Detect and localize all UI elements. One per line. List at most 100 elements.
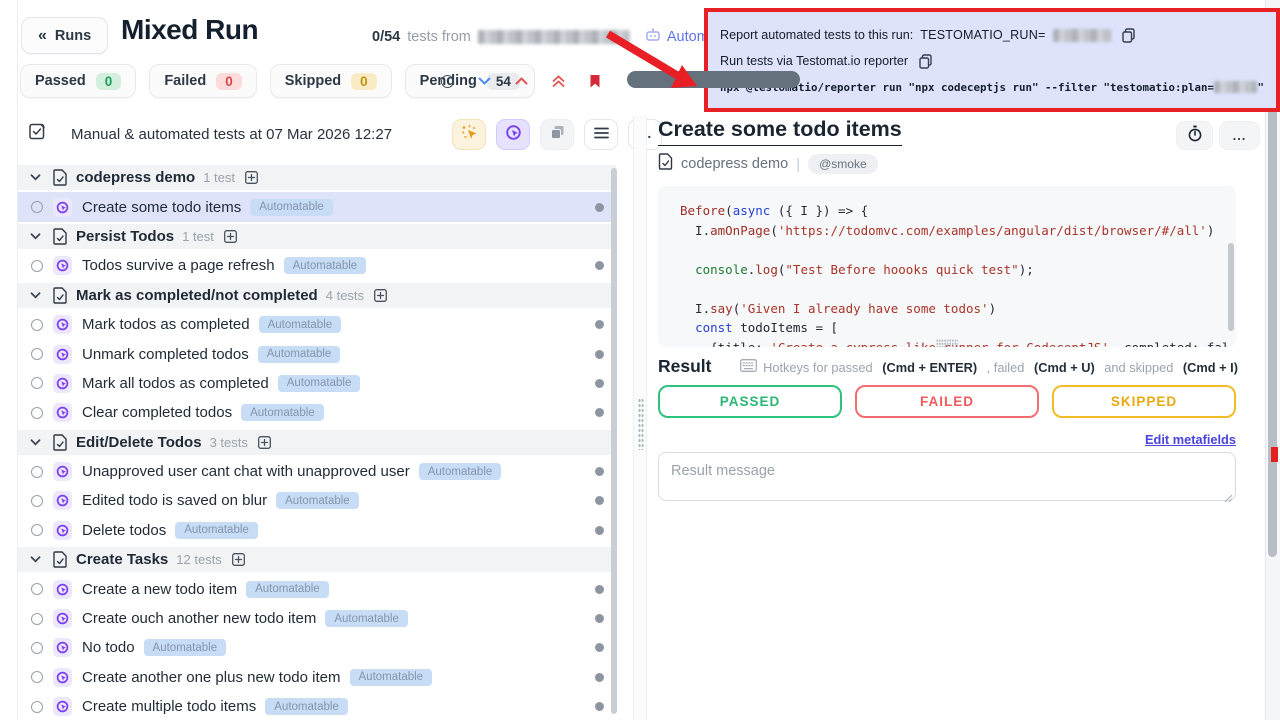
tag-badge[interactable]: @smoke — [808, 154, 878, 174]
chevron-down-icon[interactable] — [478, 77, 491, 85]
timer-button[interactable] — [1176, 121, 1213, 150]
test-row[interactable]: Todos survive a page refreshAutomatable — [18, 251, 616, 280]
radio-icon[interactable] — [31, 671, 43, 683]
code-line — [680, 279, 1236, 299]
copy-icon[interactable] — [919, 54, 932, 69]
automatable-badge: Automatable — [144, 639, 227, 656]
suite-row[interactable]: codepress demo1 test — [18, 163, 616, 192]
chevron-down-icon[interactable] — [30, 292, 42, 299]
automated-filter-button[interactable] — [496, 119, 530, 150]
status-dot-icon — [595, 408, 604, 417]
filter-circle-icon[interactable] — [441, 75, 454, 88]
result-skipped-button[interactable]: SKIPPED — [1052, 385, 1236, 418]
suite-row[interactable]: Create Tasks12 tests — [18, 545, 616, 574]
scrollbar-thumb[interactable] — [1268, 57, 1277, 557]
radio-icon[interactable] — [31, 407, 43, 419]
test-row[interactable]: Delete todosAutomatable — [18, 516, 616, 545]
radio-icon[interactable] — [31, 495, 43, 507]
add-test-icon[interactable] — [258, 436, 271, 449]
filter-chip-failed[interactable]: Failed0 — [149, 64, 256, 98]
result-message-input[interactable] — [658, 452, 1236, 501]
suite-row[interactable]: Edit/Delete Todos3 tests — [18, 428, 616, 457]
test-row[interactable]: Unmark completed todosAutomatable — [18, 339, 616, 368]
code-scrollbar[interactable] — [1228, 243, 1234, 331]
detail-more-button[interactable]: ... — [1219, 121, 1260, 150]
test-row[interactable]: Create some todo itemsAutomatable — [18, 192, 616, 221]
result-passed-button[interactable]: PASSED — [658, 385, 842, 418]
filter-count-badge: 0 — [96, 73, 122, 90]
textarea-resize-grip[interactable] — [1224, 490, 1233, 508]
automated-test-icon — [53, 403, 72, 422]
code-resize-grip[interactable] — [936, 339, 958, 347]
test-row[interactable]: Clear completed todosAutomatable — [18, 398, 616, 427]
status-dot-icon — [595, 585, 604, 594]
radio-icon[interactable] — [31, 524, 43, 536]
automated-test-icon — [53, 491, 72, 510]
automated-test-icon — [53, 580, 72, 599]
list-toolbar: ... — [452, 119, 662, 150]
suite-name[interactable]: codepress demo — [681, 156, 788, 172]
test-row[interactable]: Unapproved user cant chat with unapprove… — [18, 457, 616, 486]
radio-icon[interactable] — [31, 260, 43, 272]
test-code-block[interactable]: Before(async ({ I }) => { I.amOnPage('ht… — [658, 186, 1236, 347]
test-row[interactable]: Create multiple todo itemsAutomatable — [18, 692, 616, 720]
add-test-icon[interactable] — [224, 230, 237, 243]
test-row[interactable]: Mark all todos as completedAutomatable — [18, 369, 616, 398]
result-failed-button[interactable]: FAILED — [855, 385, 1039, 418]
test-detail-title[interactable]: Create some todo items — [658, 117, 902, 146]
automated-test-icon — [53, 315, 72, 334]
duplicate-button[interactable] — [540, 119, 574, 150]
automatable-badge: Automatable — [265, 698, 348, 715]
radio-icon[interactable] — [31, 583, 43, 595]
test-row[interactable]: Edited todo is saved on blurAutomatable — [18, 486, 616, 515]
test-row[interactable]: Create ouch another new todo itemAutomat… — [18, 604, 616, 633]
radio-icon[interactable] — [31, 319, 43, 331]
copy-icon[interactable] — [1122, 28, 1135, 43]
suite-name: Edit/Delete Todos — [76, 434, 202, 451]
radio-icon[interactable] — [31, 642, 43, 654]
radio-icon[interactable] — [31, 466, 43, 478]
radio-icon[interactable] — [31, 377, 43, 389]
radio-icon[interactable] — [31, 613, 43, 625]
status-dot-icon — [595, 467, 604, 476]
automatable-badge: Automatable — [278, 375, 361, 392]
test-name: Create some todo items — [82, 199, 241, 216]
test-row[interactable]: Create a new todo itemAutomatable — [18, 574, 616, 603]
panel-splitter[interactable] — [633, 116, 647, 720]
result-buttons-row: PASSED FAILED SKIPPED — [658, 385, 1236, 418]
redacted-plan-id — [1214, 81, 1257, 93]
hotkey-segment: (Cmd + I) — [1183, 360, 1238, 375]
add-test-icon[interactable] — [232, 553, 245, 566]
suite-row[interactable]: Mark as completed/not completed4 tests — [18, 281, 616, 310]
edit-metafields-link[interactable]: Edit metafields — [1145, 432, 1236, 447]
automatable-badge: Automatable — [258, 346, 341, 363]
chevron-down-icon[interactable] — [30, 233, 42, 240]
filter-chip-skipped[interactable]: Skipped0 — [270, 64, 392, 98]
test-row[interactable]: Create another one plus new todo itemAut… — [18, 663, 616, 692]
radio-icon[interactable] — [31, 701, 43, 713]
suite-file-icon — [53, 169, 67, 186]
test-breadcrumb: codepress demo | @smoke — [658, 153, 878, 175]
chevron-down-icon[interactable] — [30, 174, 42, 181]
filter-chip-passed[interactable]: Passed0 — [20, 64, 136, 98]
double-chevron-up-icon[interactable] — [552, 75, 565, 88]
chevron-down-icon[interactable] — [30, 556, 42, 563]
list-scrollbar[interactable] — [611, 168, 617, 714]
sparkle-cursor-icon — [461, 124, 478, 146]
radio-icon[interactable] — [31, 348, 43, 360]
suite-row[interactable]: Persist Todos1 test — [18, 222, 616, 251]
automatable-badge: Automatable — [259, 316, 342, 333]
magic-cursor-button[interactable] — [452, 119, 486, 150]
chevron-down-icon[interactable] — [30, 439, 42, 446]
list-view-button[interactable] — [584, 119, 618, 150]
status-dot-icon — [595, 320, 604, 329]
hotkey-segment: (Cmd + U) — [1034, 360, 1095, 375]
back-to-runs-button[interactable]: « Runs — [21, 17, 108, 54]
radio-icon[interactable] — [31, 201, 43, 213]
test-row[interactable]: Mark todos as completedAutomatable — [18, 310, 616, 339]
add-test-icon[interactable] — [374, 289, 387, 302]
chevron-up-icon[interactable] — [515, 77, 528, 85]
add-test-icon[interactable] — [245, 171, 258, 184]
bookmark-icon[interactable] — [589, 74, 601, 89]
test-row[interactable]: No todoAutomatable — [18, 633, 616, 662]
